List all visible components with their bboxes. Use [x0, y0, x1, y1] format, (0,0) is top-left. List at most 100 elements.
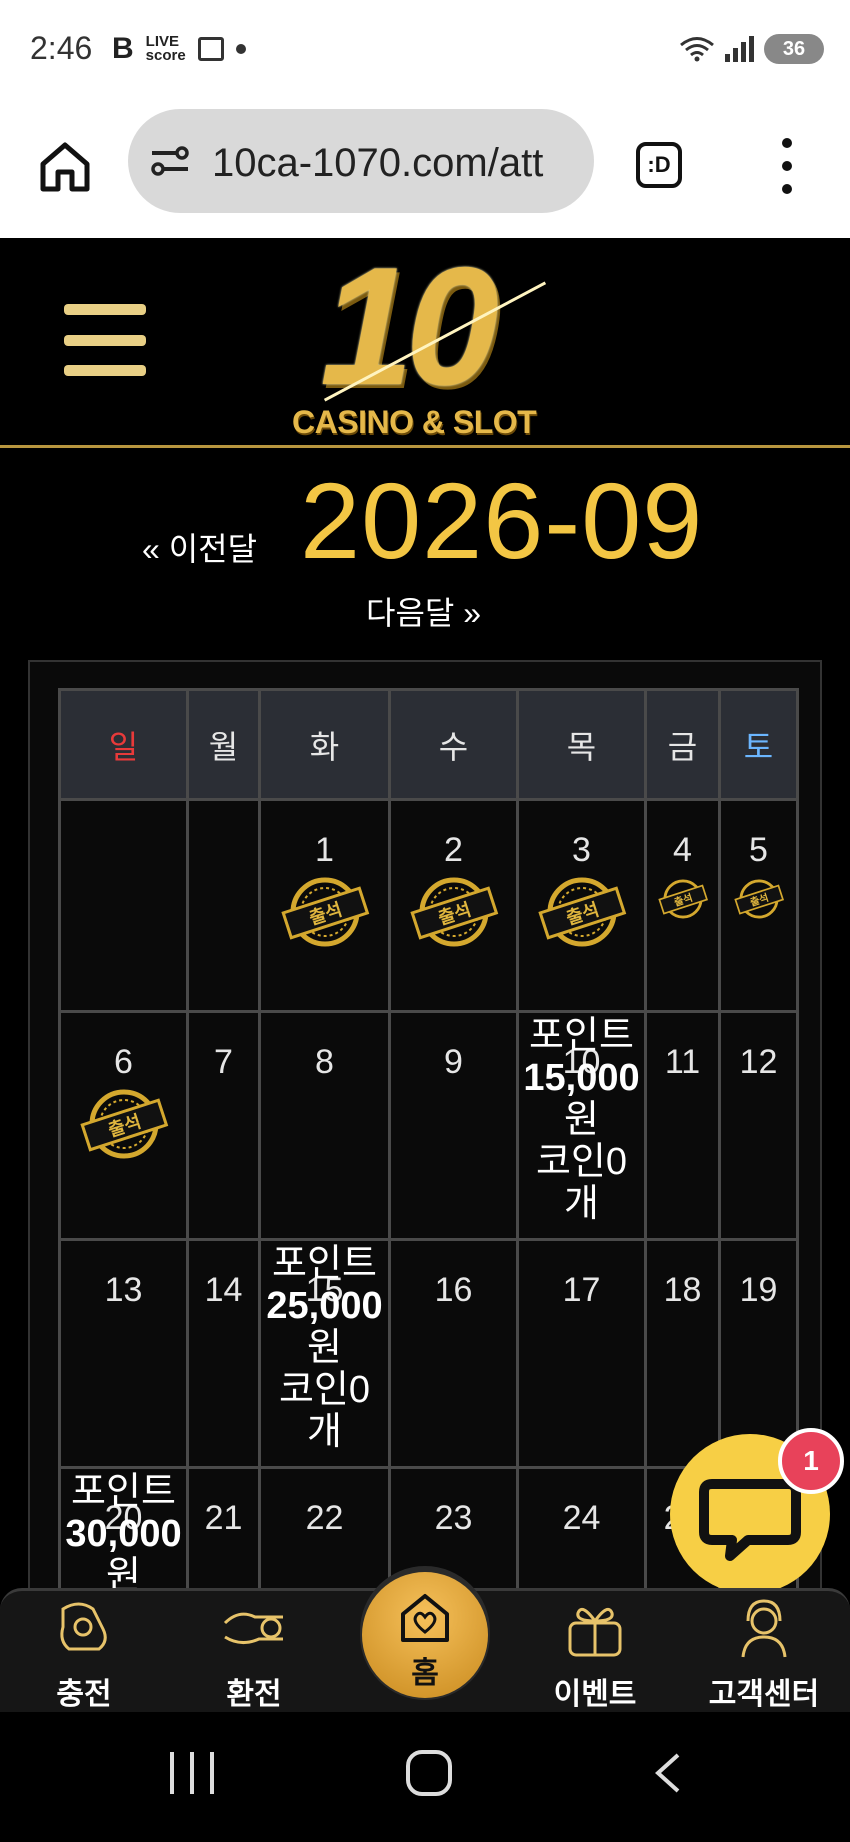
day-number: 3	[572, 831, 591, 869]
nav-home[interactable]: 홈	[360, 1566, 490, 1700]
reward-info: 포인트 30,000 원	[41, 1471, 206, 1597]
attendance-stamp-icon: 출석	[537, 877, 626, 947]
weekday-sun: 일	[58, 688, 189, 801]
calendar-day: 2 출석	[388, 798, 519, 1013]
gift-icon	[568, 1607, 622, 1657]
weekday-sat: 토	[718, 688, 799, 801]
calendar-week: 6 출석 7 8 9 10 포인트 15,000 원 코인0 개 11 12	[58, 1010, 799, 1241]
calendar-day: 15 포인트 25,000 원 코인0 개	[258, 1238, 391, 1469]
day-number: 5	[749, 831, 768, 869]
calendar-day: 4 출석	[644, 798, 721, 1013]
weekday-thu: 목	[516, 688, 647, 801]
home-icon[interactable]	[38, 140, 92, 194]
calendar-day: 3 출석	[516, 798, 647, 1013]
back-icon[interactable]	[652, 1752, 684, 1794]
chat-button[interactable]: 1	[670, 1428, 844, 1594]
reward-coin: 코인0	[278, 1369, 371, 1411]
reward-point-amount: 25,000	[241, 1285, 408, 1327]
nav-exchange-label: 환전	[226, 1678, 282, 1711]
attendance-stamp-icon: 출석	[657, 879, 708, 919]
weekday-wed: 수	[388, 688, 519, 801]
attendance-stamp-icon: 출석	[409, 877, 498, 947]
status-bar: 2:46 B LIVE score 36	[0, 0, 850, 100]
reward-amount-value: 25,000	[266, 1285, 383, 1327]
address-bar[interactable]: 10ca-1070.com/att	[128, 109, 594, 213]
next-month-link[interactable]: 다음달 »	[366, 588, 481, 634]
attendance-stamp-icon: 출석	[280, 877, 369, 947]
day-number: 11	[664, 1043, 701, 1081]
nav-exchange[interactable]: 환전	[194, 1591, 314, 1715]
hamburger-menu-icon[interactable]	[64, 304, 146, 376]
chat-unread-badge: 1	[778, 1428, 844, 1494]
month-title: 2026-09	[300, 460, 704, 581]
more-menu-icon[interactable]	[775, 138, 799, 194]
weekday-fri: 금	[644, 688, 721, 801]
reward-coin-unit: 개	[564, 1183, 599, 1225]
nav-home-label: 홈	[411, 1657, 439, 1690]
calendar-day: 10 포인트 15,000 원 코인0 개	[516, 1010, 647, 1241]
system-home-icon[interactable]	[406, 1750, 452, 1796]
day-number: 12	[739, 1043, 778, 1081]
weekday-mon: 월	[186, 688, 261, 801]
browser-toolbar: 10ca-1070.com/att :D	[0, 100, 850, 238]
calendar-day: 17	[516, 1238, 647, 1469]
day-number: 17	[562, 1271, 601, 1309]
status-time: 2:46	[30, 30, 93, 66]
attendance-stamp-icon: 출석	[79, 1089, 168, 1159]
nav-event[interactable]: 이벤트	[535, 1591, 655, 1715]
reward-point-label: 포인트	[529, 1015, 634, 1057]
calendar-day-empty	[58, 798, 189, 1013]
logo-tagline: CASINO & SLOT	[292, 404, 537, 440]
cell-signal-icon	[725, 36, 754, 62]
calendar-day: 11	[644, 1010, 721, 1241]
calendar-day: 12	[718, 1010, 799, 1241]
calendar-week: 1 출석 2 출석 3 출석 4 출석 5 출석	[58, 798, 799, 1013]
nav-charge-label: 충전	[56, 1678, 112, 1711]
day-number: 13	[104, 1271, 143, 1309]
system-icons: 36	[679, 34, 824, 64]
reward-point-label: 포인트	[71, 1471, 176, 1513]
support-agent-icon	[741, 1599, 787, 1658]
tab-switcher-button[interactable]: :D	[636, 142, 682, 188]
calendar-day: 13	[58, 1238, 189, 1469]
attendance-stamp-icon: 출석	[733, 879, 784, 919]
b-app-icon: B	[112, 32, 134, 65]
day-number: 24	[562, 1499, 601, 1537]
reward-point-label: 포인트	[272, 1243, 377, 1285]
battery-icon: 36	[764, 34, 824, 64]
day-number: 9	[444, 1043, 463, 1081]
day-number: 18	[663, 1271, 702, 1309]
day-number: 7	[214, 1043, 233, 1081]
tab-switcher-label: :D	[647, 152, 671, 177]
day-number: 16	[434, 1271, 473, 1309]
site-logo[interactable]: 10 CASINO & SLOT	[290, 232, 560, 444]
prev-month-link[interactable]: « 이전달	[142, 524, 257, 570]
site-settings-icon[interactable]	[150, 145, 190, 177]
reward-amount-value: 30,000	[65, 1513, 182, 1555]
weekday-header-row: 일 월 화 수 목 금 토	[58, 688, 799, 801]
reward-point-amount: 30,000	[41, 1513, 206, 1555]
day-number: 19	[739, 1271, 778, 1309]
calendar-day: 6 출석	[58, 1010, 189, 1241]
reward-won: 원	[564, 1099, 599, 1141]
battery-level: 36	[782, 37, 806, 60]
url-text[interactable]: 10ca-1070.com/att	[212, 141, 582, 186]
day-number: 4	[673, 831, 692, 869]
nav-event-label: 이벤트	[553, 1678, 637, 1711]
calendar-app-icon	[197, 37, 224, 61]
reward-won: 원	[307, 1327, 342, 1369]
livescore-line-2: score	[145, 47, 186, 64]
nav-support-label: 고객센터	[708, 1678, 820, 1711]
recents-icon[interactable]	[170, 1752, 214, 1794]
nav-charge[interactable]: 충전	[24, 1591, 144, 1715]
day-number: 1	[315, 831, 334, 869]
calendar-day: 16	[388, 1238, 519, 1469]
reward-info: 포인트 25,000 원 코인0 개	[241, 1243, 408, 1453]
more-notifications-icon	[235, 44, 246, 54]
reward-coin-unit: 개	[307, 1411, 342, 1453]
day-number: 8	[315, 1043, 334, 1081]
day-number: 2	[444, 831, 463, 869]
calendar-day: 5 출석	[718, 798, 799, 1013]
day-number: 6	[114, 1043, 133, 1081]
nav-support[interactable]: 고객센터	[704, 1591, 824, 1715]
